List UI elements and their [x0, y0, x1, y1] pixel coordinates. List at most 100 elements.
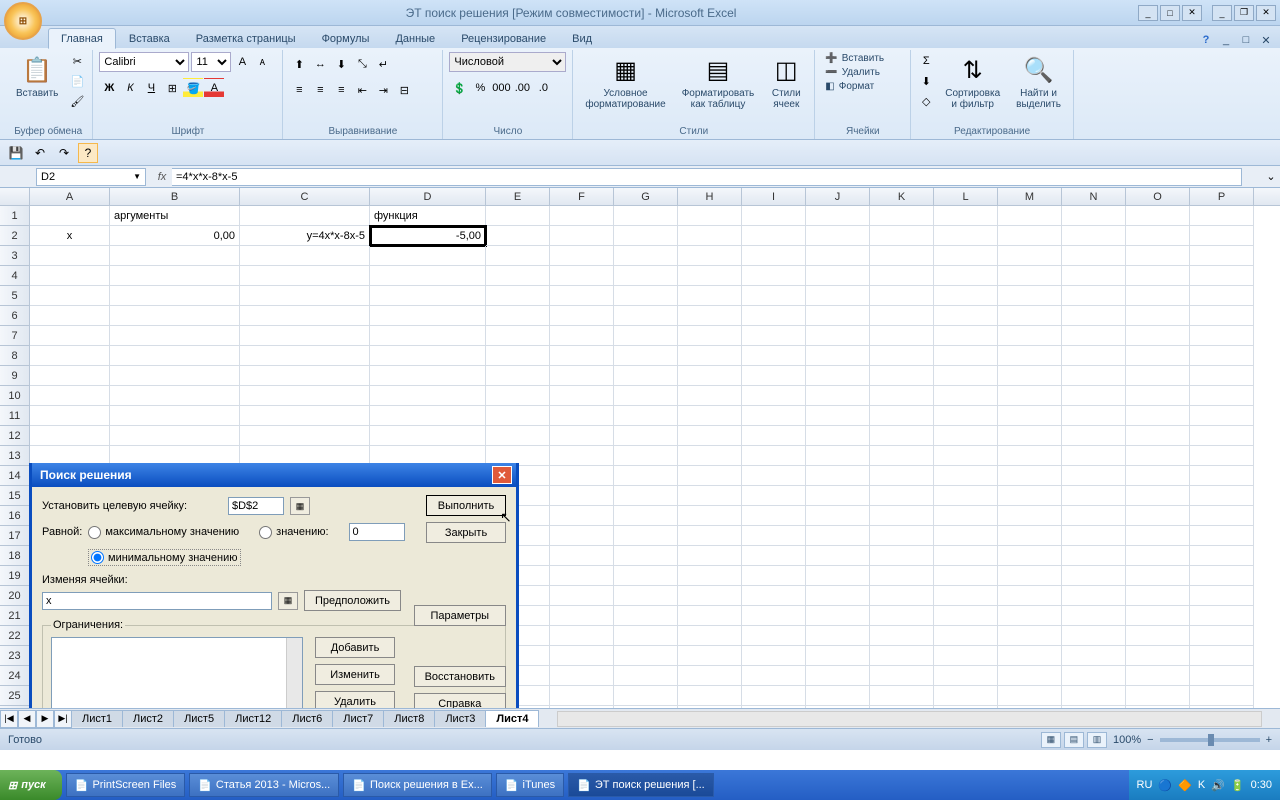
cell[interactable] — [614, 586, 678, 606]
cell[interactable] — [870, 406, 934, 426]
cell[interactable] — [1126, 306, 1190, 326]
cell[interactable] — [30, 286, 110, 306]
cell[interactable] — [110, 426, 240, 446]
cell[interactable] — [678, 646, 742, 666]
cell[interactable] — [1126, 266, 1190, 286]
cell[interactable] — [998, 426, 1062, 446]
cell[interactable] — [614, 386, 678, 406]
cell[interactable] — [240, 366, 370, 386]
comma-button[interactable]: 000 — [491, 78, 511, 98]
cell[interactable] — [934, 466, 998, 486]
find-select-button[interactable]: 🔍Найти и выделить — [1010, 52, 1067, 112]
cell[interactable] — [1062, 586, 1126, 606]
formula-input[interactable]: =4*x*x-8*x-5 — [172, 168, 1242, 186]
cell[interactable] — [110, 286, 240, 306]
cell[interactable] — [742, 226, 806, 246]
taskbar-item[interactable]: 📄Поиск решения в Ex... — [343, 773, 492, 797]
cell[interactable] — [1126, 526, 1190, 546]
cell[interactable] — [1126, 206, 1190, 226]
cell[interactable] — [678, 586, 742, 606]
delete-constraint-button[interactable]: Удалить — [315, 691, 395, 708]
cell[interactable] — [1126, 666, 1190, 686]
row-header[interactable]: 26 — [0, 706, 30, 708]
cell[interactable] — [998, 606, 1062, 626]
cell[interactable] — [806, 426, 870, 446]
align-bottom-button[interactable]: ⬇ — [331, 54, 351, 74]
cell[interactable] — [614, 686, 678, 706]
taskbar-item[interactable]: 📄iTunes — [496, 773, 564, 797]
cell[interactable] — [870, 266, 934, 286]
cell[interactable] — [1126, 586, 1190, 606]
cell[interactable] — [550, 586, 614, 606]
cell[interactable] — [998, 306, 1062, 326]
cell[interactable] — [30, 426, 110, 446]
cell[interactable]: 0,00 — [110, 226, 240, 246]
row-header[interactable]: 21 — [0, 606, 30, 626]
cell[interactable] — [998, 266, 1062, 286]
cell[interactable] — [742, 466, 806, 486]
tray-clock[interactable]: 0:30 — [1251, 779, 1272, 791]
sheet-nav-next-button[interactable]: ▶ — [36, 710, 54, 728]
cell[interactable] — [1062, 686, 1126, 706]
cell[interactable] — [550, 326, 614, 346]
cell[interactable] — [550, 426, 614, 446]
formula-expand-button[interactable]: ⌄ — [1262, 168, 1280, 186]
row-header[interactable]: 17 — [0, 526, 30, 546]
cell[interactable] — [998, 546, 1062, 566]
cell[interactable] — [486, 366, 550, 386]
cell[interactable] — [1190, 306, 1254, 326]
cell[interactable] — [998, 566, 1062, 586]
cell[interactable] — [934, 266, 998, 286]
column-header[interactable]: I — [742, 188, 806, 205]
cell[interactable] — [486, 266, 550, 286]
cell[interactable] — [110, 306, 240, 326]
cell[interactable] — [870, 206, 934, 226]
cell[interactable] — [934, 286, 998, 306]
cell[interactable] — [240, 286, 370, 306]
cell[interactable] — [998, 686, 1062, 706]
row-header[interactable]: 6 — [0, 306, 30, 326]
cell[interactable] — [806, 466, 870, 486]
currency-button[interactable]: 💲 — [449, 78, 469, 98]
cell[interactable] — [486, 346, 550, 366]
cell[interactable] — [742, 506, 806, 526]
fill-color-button[interactable]: 🪣 — [183, 78, 203, 98]
cell[interactable] — [486, 426, 550, 446]
cell[interactable] — [614, 266, 678, 286]
row-header[interactable]: 1 — [0, 206, 30, 226]
cell[interactable] — [678, 346, 742, 366]
cell[interactable] — [240, 406, 370, 426]
add-constraint-button[interactable]: Добавить — [315, 637, 395, 658]
cell[interactable] — [614, 366, 678, 386]
cell[interactable]: x — [30, 226, 110, 246]
cell[interactable] — [370, 426, 486, 446]
cell[interactable] — [806, 566, 870, 586]
cell[interactable] — [870, 526, 934, 546]
cell[interactable] — [1126, 566, 1190, 586]
row-header[interactable]: 2 — [0, 226, 30, 246]
select-all-corner[interactable] — [0, 188, 30, 205]
minimize-button[interactable]: _ — [1138, 5, 1158, 21]
cell[interactable] — [550, 646, 614, 666]
cell[interactable] — [486, 246, 550, 266]
sheet-nav-first-button[interactable]: |◀ — [0, 710, 18, 728]
cell[interactable] — [110, 346, 240, 366]
cell[interactable] — [806, 266, 870, 286]
cell[interactable] — [550, 406, 614, 426]
cell[interactable] — [1190, 686, 1254, 706]
taskbar-item[interactable]: 📄ЭТ поиск решения [... — [568, 773, 714, 797]
cell[interactable] — [998, 646, 1062, 666]
sheet-nav-last-button[interactable]: ▶| — [54, 710, 72, 728]
cell[interactable]: аргументы — [110, 206, 240, 226]
indent-dec-button[interactable]: ⇤ — [352, 80, 372, 100]
constraints-scrollbar[interactable] — [286, 638, 302, 708]
qat-custom-button[interactable]: ? — [78, 143, 98, 163]
cell[interactable] — [1190, 626, 1254, 646]
cell[interactable] — [934, 326, 998, 346]
cell[interactable]: -5,00 — [370, 226, 486, 246]
column-header[interactable]: E — [486, 188, 550, 205]
cell[interactable] — [742, 486, 806, 506]
cell[interactable] — [742, 206, 806, 226]
align-right-button[interactable]: ≡ — [331, 80, 351, 100]
cell[interactable] — [806, 666, 870, 686]
